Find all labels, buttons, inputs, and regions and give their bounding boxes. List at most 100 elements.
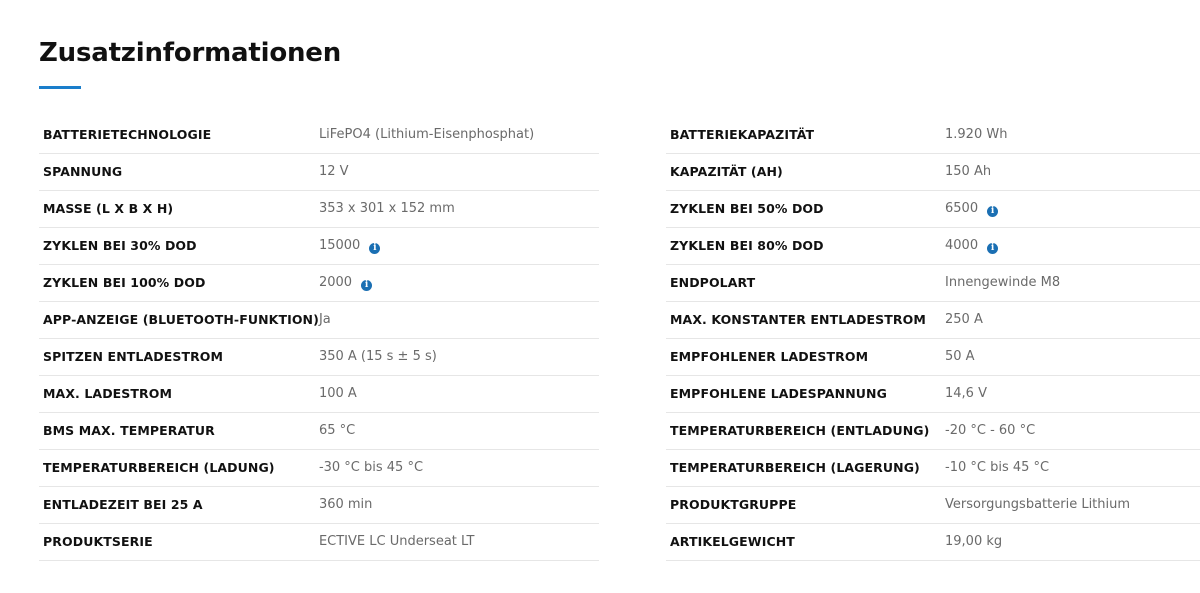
- spec-value: 150 Ah: [945, 164, 992, 179]
- spec-row: KAPAZITÄT (AH) 150 Ah: [666, 153, 1200, 190]
- spec-value-cell: 65 °C: [319, 412, 599, 449]
- spec-row: ENDPOLART Innengewinde M8: [666, 264, 1200, 301]
- spec-value-cell: 353 x 301 x 152 mm: [319, 190, 599, 227]
- spec-label: BATTERIETECHNOLOGIE: [43, 126, 212, 142]
- spec-row: EMPFOHLENE LADESPANNUNG 14,6 V: [666, 375, 1200, 412]
- spec-label: ZYKLEN BEI 50% DOD: [670, 201, 824, 216]
- spec-label: APP-ANZEIGE (BLUETOOTH-FUNKTION): [43, 312, 319, 327]
- spec-row: TEMPERATURBEREICH (ENTLADUNG) -20 °C - 60…: [666, 412, 1200, 449]
- spec-value: 15000: [318, 237, 361, 253]
- spec-label: MAX. LADESTROM: [43, 386, 173, 401]
- spec-value: 4000: [945, 237, 979, 253]
- spec-value-cell: 100 A: [319, 375, 599, 412]
- spec-value: 12 V: [318, 164, 349, 179]
- spec-value-cell: 1.920 Wh: [945, 116, 1200, 153]
- spec-label: KAPAZITÄT (AH): [670, 164, 783, 179]
- spec-row: APP-ANZEIGE (BLUETOOTH-FUNKTION) Ja: [39, 301, 599, 338]
- spec-value-cell: 6500 i: [945, 190, 1200, 227]
- spec-value: 2000: [318, 274, 353, 290]
- spec-value-cell: -20 °C - 60 °C: [945, 412, 1200, 449]
- spec-value: -30 °C bis 45 °C: [318, 460, 424, 475]
- spec-value: -10 °C bis 45 °C: [945, 460, 1050, 475]
- spec-row: BATTERIEKAPAZITÄT 1.920 Wh: [666, 116, 1200, 153]
- spec-value-cell: -10 °C bis 45 °C: [945, 449, 1200, 486]
- spec-label: ZYKLEN BEI 100% DOD: [43, 275, 206, 290]
- spec-value: 65 °C: [318, 423, 356, 438]
- spec-row: MAX. KONSTANTER ENTLADESTROM 250 A: [666, 301, 1200, 338]
- spec-row: ZYKLEN BEI 50% DOD 6500 i: [666, 190, 1200, 227]
- spec-value: LiFePO4 (Lithium-Eisenphosphat): [318, 126, 535, 142]
- spec-label: PRODUKTSERIE: [43, 534, 153, 549]
- spec-value: 50 A: [945, 349, 975, 364]
- spec-row: SPITZEN ENTLADESTROM 350 A (15 s ± 5 s): [39, 338, 599, 375]
- spec-value: Versorgungsbatterie Lithium: [945, 497, 1131, 512]
- spec-label: PRODUKTGRUPPE: [670, 497, 797, 512]
- spec-value: Ja: [318, 312, 331, 327]
- spec-value-cell: 12 V: [319, 153, 599, 190]
- spec-table-right: BATTERIEKAPAZITÄT 1.920 Wh KAPAZITÄT (AH) 1…: [666, 116, 1200, 561]
- spec-row: TEMPERATURBEREICH (LAGERUNG) -10 °C bis 4…: [666, 449, 1200, 486]
- spec-value: ECTIVE LC Underseat LT: [318, 534, 475, 549]
- spec-row: ENTLADEZEIT BEI 25 A 360 min: [39, 486, 599, 523]
- spec-value-cell: 250 A: [945, 301, 1200, 338]
- spec-value: 6500: [945, 200, 979, 216]
- spec-value-cell: 19,00 kg: [945, 523, 1200, 560]
- spec-value-cell: 150 Ah: [945, 153, 1200, 190]
- spec-row: ZYKLEN BEI 30% DOD 15000 i: [39, 227, 599, 264]
- spec-value: 1.920 Wh: [945, 126, 1008, 142]
- spec-value: 14,6 V: [945, 386, 987, 401]
- spec-value: Innengewinde M8: [945, 275, 1061, 290]
- spec-row: BMS MAX. TEMPERATUR 65 °C: [39, 412, 599, 449]
- spec-value-cell: 15000 i: [319, 227, 599, 264]
- spec-value-cell: Innengewinde M8: [945, 264, 1200, 301]
- spec-value: 360 min: [318, 497, 373, 512]
- spec-row: ZYKLEN BEI 100% DOD 2000 i: [39, 264, 599, 301]
- info-icon[interactable]: i: [987, 242, 999, 254]
- spec-value-cell: 14,6 V: [945, 375, 1200, 412]
- spec-label: ENDPOLART: [670, 275, 756, 290]
- section-heading: Zusatzinformationen: [39, 38, 342, 68]
- spec-label: TEMPERATURBEREICH (LADUNG): [43, 460, 275, 475]
- spec-table-left: BATTERIETECHNOLOGIE LiFePO4 (Lithium-Eise…: [39, 116, 599, 561]
- spec-label: ZYKLEN BEI 30% DOD: [43, 238, 197, 253]
- spec-value: 19,00 kg: [945, 534, 1003, 549]
- info-icon[interactable]: i: [369, 242, 381, 254]
- spec-row: ZYKLEN BEI 80% DOD 4000 i: [666, 227, 1200, 264]
- spec-label: SPANNUNG: [43, 164, 123, 179]
- spec-value: 350 A (15 s ± 5 s): [318, 349, 437, 364]
- spec-label: ENTLADEZEIT BEI 25 A: [43, 497, 203, 512]
- spec-label: TEMPERATURBEREICH (LAGERUNG): [670, 460, 920, 475]
- info-icon[interactable]: i: [361, 279, 373, 291]
- spec-value: -20 °C - 60 °C: [945, 423, 1036, 438]
- spec-label: EMPFOHLENER LADESTROM: [670, 349, 869, 364]
- spec-value-cell: 50 A: [945, 338, 1200, 375]
- spec-row: BATTERIETECHNOLOGIE LiFePO4 (Lithium-Eise…: [39, 116, 599, 153]
- spec-label: BATTERIEKAPAZITÄT: [670, 126, 815, 142]
- spec-label: SPITZEN ENTLADESTROM: [43, 349, 224, 364]
- spec-value-cell: 350 A (15 s ± 5 s): [319, 338, 599, 375]
- spec-row: PRODUKTSERIE ECTIVE LC Underseat LT: [39, 523, 599, 560]
- spec-row: MASSE (L X B X H) 353 x 301 x 152 mm: [39, 190, 599, 227]
- spec-label: BMS MAX. TEMPERATUR: [43, 423, 215, 438]
- spec-row: EMPFOHLENER LADESTROM 50 A: [666, 338, 1200, 375]
- spec-value-cell: Versorgungsbatterie Lithium: [945, 486, 1200, 523]
- spec-value-cell: 4000 i: [945, 227, 1200, 264]
- spec-value-cell: -30 °C bis 45 °C: [319, 449, 599, 486]
- spec-value: 353 x 301 x 152 mm: [318, 201, 455, 216]
- spec-value-cell: Ja: [319, 301, 599, 338]
- heading-underline: [39, 86, 81, 89]
- info-icon[interactable]: i: [987, 205, 999, 217]
- spec-value: 100 A: [318, 386, 357, 401]
- spec-value-cell: LiFePO4 (Lithium-Eisenphosphat): [319, 116, 599, 153]
- spec-value: 250 A: [945, 312, 983, 327]
- spec-row: MAX. LADESTROM 100 A: [39, 375, 599, 412]
- spec-row: TEMPERATURBEREICH (LADUNG) -30 °C bis 45 …: [39, 449, 599, 486]
- spec-value-cell: 360 min: [319, 486, 599, 523]
- spec-value-cell: 2000 i: [319, 264, 599, 301]
- spec-label: ARTIKELGEWICHT: [670, 534, 795, 549]
- spec-label: TEMPERATURBEREICH (ENTLADUNG): [670, 423, 930, 438]
- spec-row: SPANNUNG 12 V: [39, 153, 599, 190]
- spec-label: MAX. KONSTANTER ENTLADESTROM: [670, 312, 926, 327]
- spec-row: PRODUKTGRUPPE Versorgungsbatterie Lithium: [666, 486, 1200, 523]
- spec-row: ARTIKELGEWICHT 19,00 kg: [666, 523, 1200, 560]
